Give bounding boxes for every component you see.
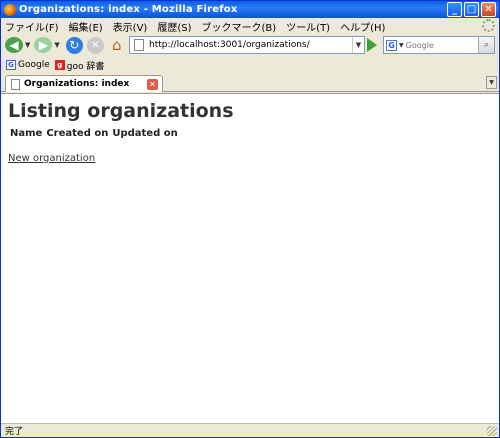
- tab-strip: Organizations: index ✕ ▼: [1, 74, 499, 92]
- url-dropdown-icon[interactable]: ▼: [352, 37, 364, 53]
- throbber-icon: [482, 19, 495, 32]
- forward-icon[interactable]: ▶: [34, 37, 53, 53]
- home-icon[interactable]: ⌂: [108, 36, 126, 54]
- title-bar: Organizations: index - Mozilla Firefox _…: [1, 1, 499, 18]
- forward-history-dropdown-icon[interactable]: ▼: [54, 41, 59, 49]
- google-icon: G: [6, 60, 16, 70]
- back-icon[interactable]: ◀: [5, 37, 23, 53]
- status-bar: 完了: [1, 423, 499, 437]
- menu-tools[interactable]: ツール(T): [286, 19, 330, 34]
- bookmark-google[interactable]: G Google: [6, 60, 50, 70]
- bookmark-label: goo 辞書: [66, 61, 105, 72]
- go-icon[interactable]: [367, 38, 377, 52]
- search-engine-dropdown-icon[interactable]: ▼: [399, 42, 404, 49]
- menu-bookmarks[interactable]: ブックマーク(B): [202, 19, 277, 34]
- url-text[interactable]: http://localhost:3001/organizations/: [149, 40, 352, 50]
- search-box[interactable]: G ▼ ⌕: [383, 36, 495, 54]
- search-icon[interactable]: ⌕: [478, 37, 494, 53]
- menu-file[interactable]: ファイル(F): [5, 19, 59, 34]
- page-icon: [11, 78, 20, 90]
- page-icon: [134, 39, 144, 51]
- reload-icon[interactable]: ↻: [65, 36, 83, 54]
- page-content: Listing organizations Name Created on Up…: [1, 93, 499, 423]
- url-bar[interactable]: http://localhost:3001/organizations/ ▼: [129, 36, 365, 54]
- tab-list-dropdown-icon[interactable]: ▼: [486, 76, 497, 89]
- close-button[interactable]: ✕: [481, 2, 496, 17]
- column-header-created-on: Created on: [46, 128, 109, 139]
- stop-icon[interactable]: ✕: [86, 36, 104, 54]
- new-organization-link[interactable]: New organization: [8, 153, 95, 164]
- menu-bar: ファイル(F) 編集(E) 表示(V) 履歴(S) ブックマーク(B) ツール(…: [1, 18, 499, 34]
- menu-view[interactable]: 表示(V): [113, 19, 148, 34]
- column-header-updated-on: Updated on: [112, 128, 178, 139]
- table-header: Name Created on Updated on: [10, 128, 178, 139]
- window-title: Organizations: index - Mozilla Firefox: [19, 4, 238, 15]
- search-input[interactable]: [405, 40, 476, 50]
- minimize-button[interactable]: _: [447, 2, 462, 17]
- goo-icon: g: [54, 60, 65, 70]
- bookmark-label: Google: [18, 60, 50, 70]
- bookmarks-toolbar: G Google g goo 辞書: [1, 57, 499, 73]
- resize-grip-icon[interactable]: [487, 426, 497, 436]
- maximize-button[interactable]: □: [464, 2, 479, 17]
- search-engine-google-icon[interactable]: G: [386, 39, 397, 51]
- column-header-name: Name: [10, 128, 43, 139]
- page-title: Listing organizations: [8, 100, 234, 122]
- firefox-icon: [4, 3, 16, 16]
- tab-label: Organizations: index: [24, 79, 130, 89]
- status-text: 完了: [5, 427, 24, 437]
- menu-history[interactable]: 履歴(S): [157, 19, 191, 34]
- browser-window: Organizations: index - Mozilla Firefox _…: [0, 0, 500, 438]
- back-history-dropdown-icon[interactable]: ▼: [25, 41, 30, 49]
- menu-help[interactable]: ヘルプ(H): [340, 19, 385, 34]
- menu-edit[interactable]: 編集(E): [69, 19, 103, 34]
- window-controls: _ □ ✕: [447, 2, 496, 17]
- navigation-toolbar: ◀ ▼ ▶ ▼ ↻ ✕ ⌂ http://localhost:3001/orga…: [1, 34, 499, 56]
- tab-close-icon[interactable]: ✕: [147, 78, 158, 90]
- bookmark-goo-dictionary[interactable]: g goo 辞書: [54, 59, 105, 72]
- tab-organizations-index[interactable]: Organizations: index ✕: [5, 75, 163, 92]
